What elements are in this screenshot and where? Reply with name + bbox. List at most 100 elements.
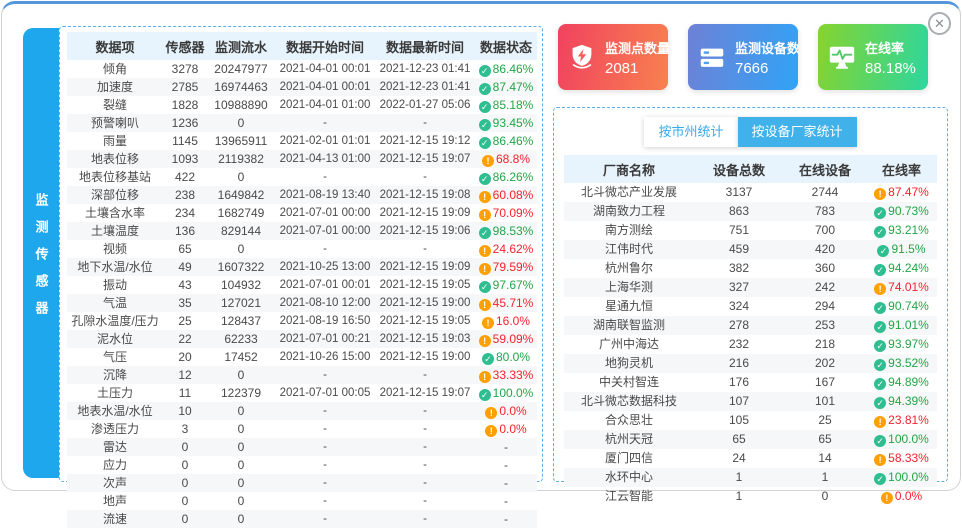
device-online-cell: 167 [784, 373, 866, 392]
status-ok-icon: ✓ [874, 340, 886, 352]
data-item-cell: 土压力 [67, 384, 163, 402]
status-ok-icon: ✓ [874, 359, 886, 371]
flow-count-cell: 0 [207, 168, 275, 186]
device-total-cell: 324 [694, 297, 784, 316]
vendor-name-cell: 厦门四信 [564, 449, 694, 468]
vendor-name-cell: 江伟时代 [564, 240, 694, 259]
status-percent: 24.62% [493, 242, 534, 256]
table-row: 北斗微芯产业发展31372744!87.47% [564, 183, 937, 202]
table-row: 气温351270212021-08-10 12:002021-12-15 19:… [67, 294, 537, 312]
vendor-panel: 按市州统计 按设备厂家统计 厂商名称 设备总数 在线设备 在线率 北斗微芯产业发… [553, 107, 948, 482]
device-online-cell: 242 [784, 278, 866, 297]
data-status-cell: !68.8% [475, 150, 537, 168]
server-icon [697, 42, 727, 72]
latest-time-cell: - [375, 492, 475, 510]
status-ok-icon: ✓ [874, 378, 886, 390]
online-rate-cell: ✓100.0% [866, 430, 937, 449]
table-row: 视频650--!24.62% [67, 240, 537, 258]
flow-count-cell: 127021 [207, 294, 275, 312]
data-item-cell: 雨量 [67, 132, 163, 150]
table-row: 土壤温度1368291442021-07-01 00:002021-12-15 … [67, 222, 537, 240]
stat-card-online-rate: 在线率 88.18% [818, 24, 928, 90]
status-percent: 94.39% [888, 394, 929, 408]
status-percent: 90.74% [888, 299, 929, 313]
sensor-count-cell: 1093 [163, 150, 207, 168]
vendor-name-cell: 中关村智连 [564, 373, 694, 392]
table-row: 预警喇叭12360--✓93.45% [67, 114, 537, 132]
device-online-cell: 783 [784, 202, 866, 221]
start-time-cell: 2021-10-25 13:00 [275, 258, 375, 276]
status-warn-icon: ! [479, 209, 491, 221]
sensor-panel-vertical-tab[interactable]: 监测传感器 [23, 28, 59, 478]
table-row: 雷达00--- [67, 438, 537, 456]
device-total-cell: 65 [694, 430, 784, 449]
status-percent: 23.81% [888, 413, 929, 427]
data-status-cell: - [475, 474, 537, 492]
sensor-count-cell: 1828 [163, 96, 207, 114]
table-row: 雨量1145139659112021-02-01 01:012021-12-15… [67, 132, 537, 150]
data-item-cell: 孔隙水温度/压力 [67, 312, 163, 330]
data-status-cell: !59.09% [475, 330, 537, 348]
sensor-table: 数据项 传感器 监测流水 数据开始时间 数据最新时间 数据状态 倾角327820… [67, 32, 537, 528]
online-rate-cell: !23.81% [866, 411, 937, 430]
online-rate-cell: ✓100.0% [866, 468, 937, 487]
flow-count-cell: 0 [207, 366, 275, 384]
table-row: 应力00--- [67, 456, 537, 474]
latest-time-cell: - [375, 510, 475, 528]
close-button[interactable]: ✕ [928, 12, 951, 35]
table-row: 地表水温/水位100--!0.0% [67, 402, 537, 420]
flow-count-cell: 104932 [207, 276, 275, 294]
data-status-cell: ✓80.0% [475, 348, 537, 366]
data-status-cell: ✓98.53% [475, 222, 537, 240]
tab-by-city[interactable]: 按市州统计 [644, 117, 737, 147]
status-ok-icon: ✓ [874, 226, 886, 238]
status-percent: 87.47% [493, 80, 534, 94]
flow-count-cell: 0 [207, 474, 275, 492]
latest-time-cell: 2021-12-15 19:05 [375, 276, 475, 294]
start-time-cell: - [275, 402, 375, 420]
online-rate-cell: ✓91.5% [866, 240, 937, 259]
online-rate-cell: ✓91.01% [866, 316, 937, 335]
start-time-cell: 2021-04-01 01:00 [275, 96, 375, 114]
status-warn-icon: ! [482, 317, 494, 329]
table-row: 流速00--- [67, 510, 537, 528]
card-value: 2081 [605, 60, 670, 77]
start-time-cell: 2021-07-01 00:05 [275, 384, 375, 402]
vendor-name-cell: 湖南致力工程 [564, 202, 694, 221]
status-ok-icon: ✓ [874, 207, 886, 219]
data-status-cell: - [475, 456, 537, 474]
data-item-cell: 地表位移 [67, 150, 163, 168]
device-total-cell: 216 [694, 354, 784, 373]
status-percent: 70.09% [493, 206, 534, 220]
sensor-count-cell: 238 [163, 186, 207, 204]
start-time-cell: - [275, 240, 375, 258]
data-status-cell: ✓97.67% [475, 276, 537, 294]
status-ok-icon: ✓ [479, 137, 491, 149]
flow-count-cell: 1682749 [207, 204, 275, 222]
start-time-cell: - [275, 114, 375, 132]
status-percent: 93.97% [888, 337, 929, 351]
table-row: 加速度2785169744632021-04-01 00:012021-12-2… [67, 78, 537, 96]
latest-time-cell: - [375, 474, 475, 492]
vendor-panel-tabs: 按市州统计 按设备厂家统计 [564, 117, 937, 147]
status-warn-icon: ! [881, 492, 893, 504]
tab-by-vendor[interactable]: 按设备厂家统计 [738, 117, 857, 147]
vendor-name-cell: 水环中心 [564, 468, 694, 487]
latest-time-cell: 2021-12-15 19:07 [375, 150, 475, 168]
table-row: 泥水位22622332021-07-01 00:212021-12-15 19:… [67, 330, 537, 348]
flow-count-cell: 0 [207, 420, 275, 438]
device-total-cell: 459 [694, 240, 784, 259]
table-row: 土壤含水率23416827492021-07-01 00:002021-12-1… [67, 204, 537, 222]
vendor-name-cell: 江云智能 [564, 487, 694, 506]
online-rate-cell: !87.47% [866, 183, 937, 202]
data-status-cell: - [475, 492, 537, 510]
device-total-cell: 751 [694, 221, 784, 240]
vendor-name-cell: 上海华测 [564, 278, 694, 297]
table-row: 杭州鲁尔382360✓94.24% [564, 259, 937, 278]
device-total-cell: 863 [694, 202, 784, 221]
device-online-cell: 25 [784, 411, 866, 430]
latest-time-cell: - [375, 402, 475, 420]
start-time-cell: 2021-04-13 01:00 [275, 150, 375, 168]
card-value: 7666 [735, 60, 800, 77]
data-item-cell: 地表位移基站 [67, 168, 163, 186]
